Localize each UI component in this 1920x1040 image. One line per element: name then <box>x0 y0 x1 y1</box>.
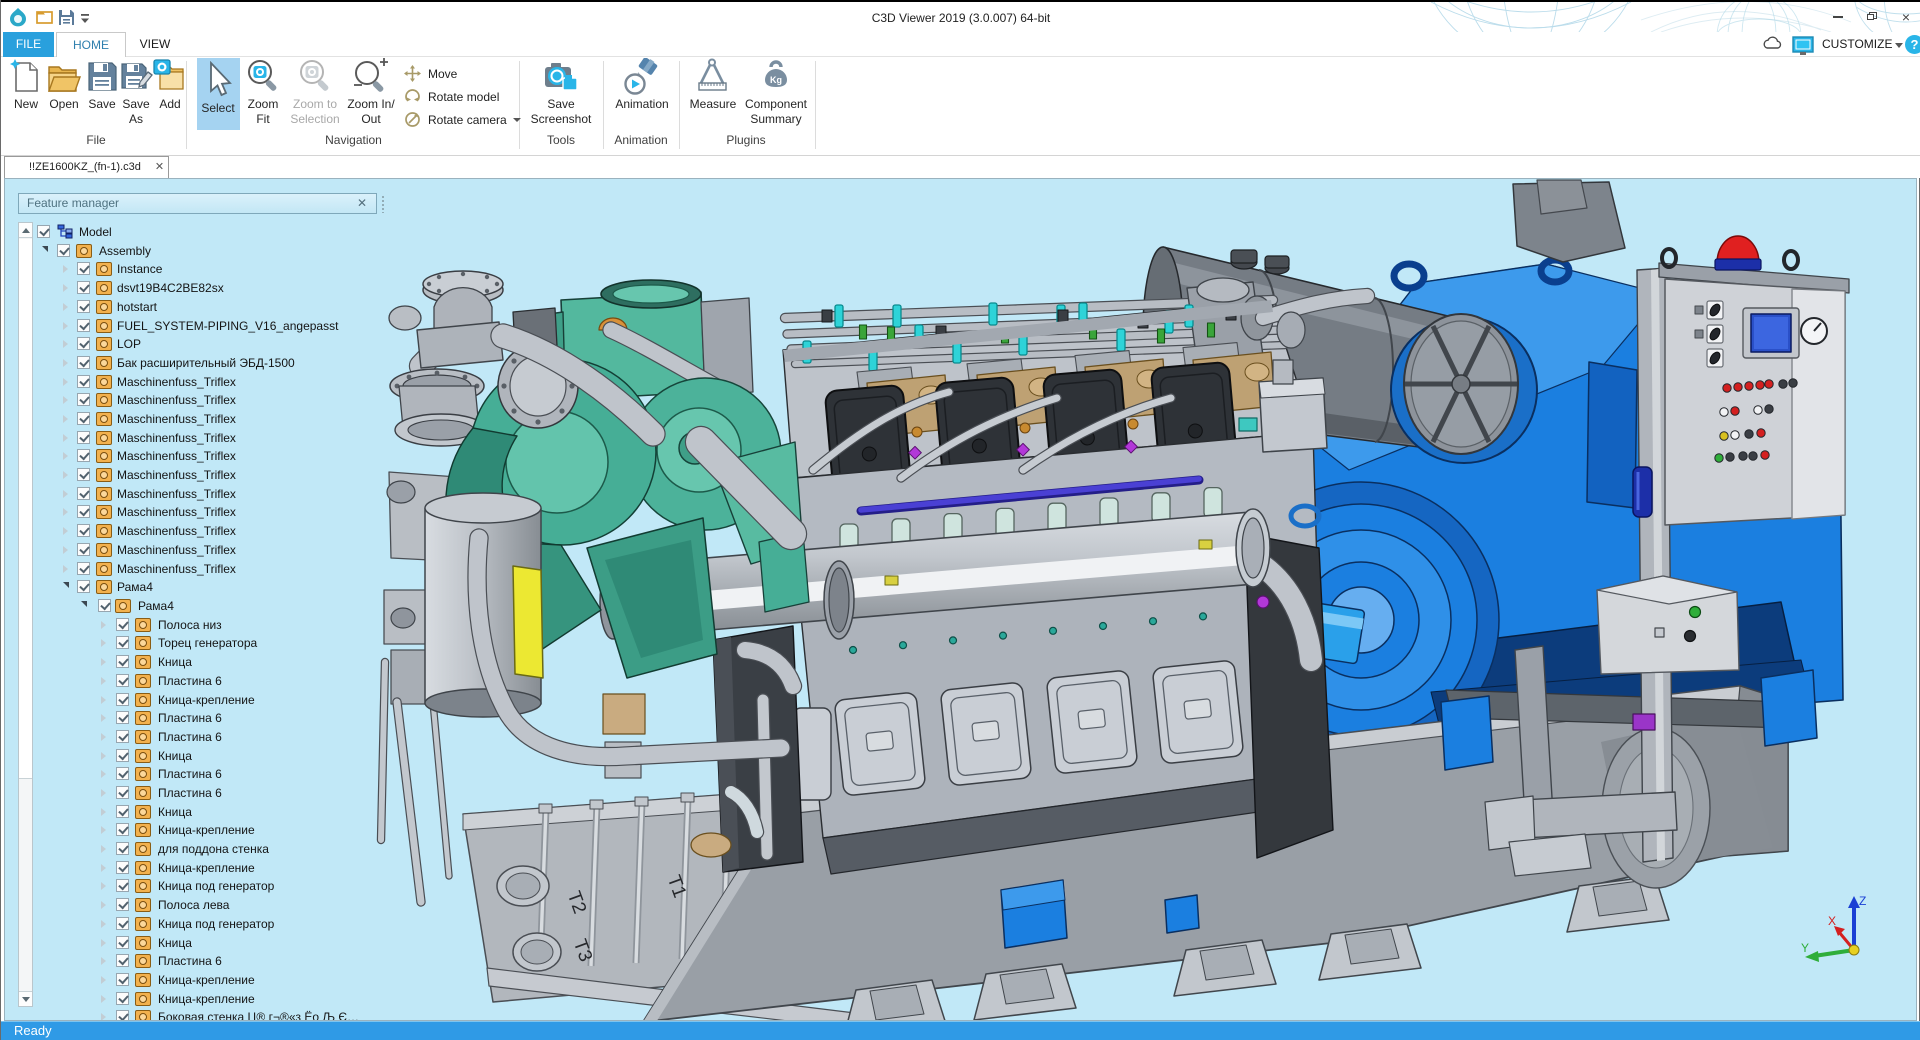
svg-text:Z: Z <box>1859 894 1866 908</box>
svg-text:X: X <box>1828 914 1836 928</box>
svg-text:Kg: Kg <box>770 75 782 85</box>
svg-text:Y: Y <box>1801 941 1809 955</box>
